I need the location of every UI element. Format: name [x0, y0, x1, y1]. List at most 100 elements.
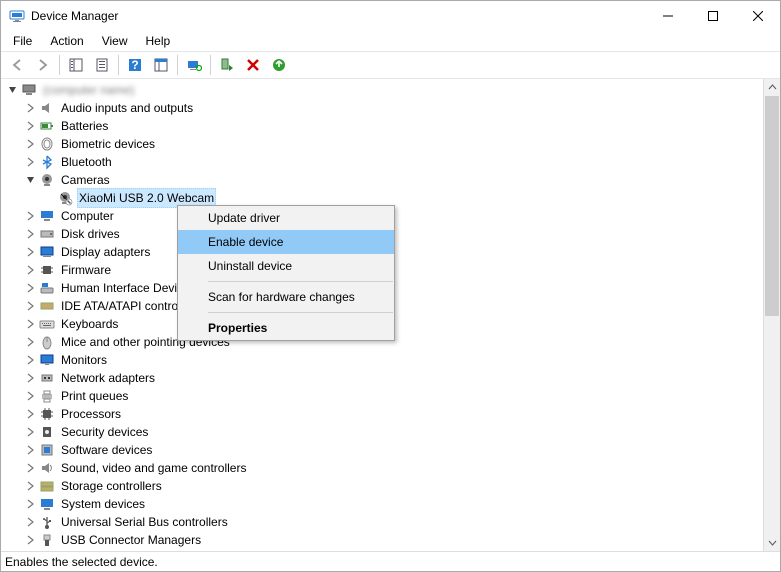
category-label[interactable]: Print queues — [59, 386, 130, 406]
computer-icon — [39, 208, 55, 224]
statusbar-text: Enables the selected device. — [5, 555, 158, 569]
expand-icon[interactable] — [23, 118, 39, 134]
keyboard-icon — [39, 316, 55, 332]
menu-update-driver[interactable]: Update driver — [178, 206, 394, 230]
update-driver-button[interactable] — [267, 53, 291, 77]
storage-controller-icon — [39, 478, 55, 494]
sound-icon — [39, 460, 55, 476]
show-hide-tree-button[interactable] — [64, 53, 88, 77]
category-label[interactable]: Sound, video and game controllers — [59, 458, 248, 478]
minimize-button[interactable] — [645, 1, 690, 31]
expand-icon[interactable] — [23, 496, 39, 512]
menu-enable-device[interactable]: Enable device — [178, 230, 394, 254]
category-label[interactable]: Security devices — [59, 422, 150, 442]
app-icon — [9, 8, 25, 24]
expand-icon[interactable] — [23, 298, 39, 314]
category-label[interactable]: Computer — [59, 206, 116, 226]
category-label[interactable]: Network adapters — [59, 368, 157, 388]
expand-icon[interactable] — [23, 226, 39, 242]
category-label[interactable]: Batteries — [59, 116, 110, 136]
processor-icon — [39, 406, 55, 422]
scan-hardware-button[interactable] — [182, 53, 206, 77]
collapse-icon[interactable] — [5, 82, 21, 98]
disk-icon — [39, 226, 55, 242]
category-label[interactable]: Disk drives — [59, 224, 122, 244]
expand-icon[interactable] — [23, 316, 39, 332]
expand-icon[interactable] — [23, 334, 39, 350]
expand-icon[interactable] — [23, 154, 39, 170]
category-label[interactable]: Bluetooth — [59, 152, 114, 172]
toolbar-separator — [59, 55, 60, 75]
category-label[interactable]: Keyboards — [59, 314, 120, 334]
menu-file[interactable]: File — [5, 32, 40, 50]
expand-icon[interactable] — [23, 478, 39, 494]
help-button[interactable]: ? — [123, 53, 147, 77]
expand-icon[interactable] — [23, 244, 39, 260]
collapse-icon[interactable] — [23, 172, 39, 188]
device-manager-window: { "titlebar": { "title": "Device Manager… — [0, 0, 781, 572]
expand-icon[interactable] — [23, 514, 39, 530]
expand-icon[interactable] — [23, 208, 39, 224]
mouse-icon — [39, 334, 55, 350]
titlebar: Device Manager — [1, 1, 780, 31]
system-device-icon — [39, 496, 55, 512]
category-label[interactable]: Monitors — [59, 350, 109, 370]
expand-icon[interactable] — [23, 262, 39, 278]
enable-device-button[interactable] — [215, 53, 239, 77]
toolbar: ? — [1, 51, 780, 79]
scroll-up-button[interactable] — [764, 79, 780, 96]
maximize-button[interactable] — [690, 1, 735, 31]
category-label[interactable]: Firmware — [59, 260, 113, 280]
category-label[interactable]: USB Connector Managers — [59, 530, 203, 550]
uninstall-device-button[interactable] — [241, 53, 265, 77]
menu-uninstall-device[interactable]: Uninstall device — [178, 254, 394, 278]
menu-view[interactable]: View — [94, 32, 136, 50]
expand-icon[interactable] — [23, 352, 39, 368]
expand-icon[interactable] — [23, 100, 39, 116]
scrollbar-thumb[interactable] — [765, 96, 779, 316]
window-title: Device Manager — [31, 9, 118, 23]
usb-icon — [39, 514, 55, 530]
printer-icon — [39, 388, 55, 404]
expand-icon[interactable] — [23, 388, 39, 404]
chip-icon — [39, 262, 55, 278]
expand-icon[interactable] — [23, 532, 39, 548]
action-button[interactable] — [149, 53, 173, 77]
expand-icon[interactable] — [23, 442, 39, 458]
fingerprint-icon — [39, 136, 55, 152]
category-label[interactable]: Processors — [59, 404, 123, 424]
menu-item-label: Scan for hardware changes — [208, 290, 355, 304]
back-button[interactable] — [5, 53, 29, 77]
category-label[interactable]: Biometric devices — [59, 134, 157, 154]
category-label[interactable]: Cameras — [59, 170, 112, 190]
menu-action[interactable]: Action — [42, 32, 91, 50]
expand-icon[interactable] — [23, 460, 39, 476]
usb-connector-icon — [39, 532, 55, 548]
menu-scan-hardware[interactable]: Scan for hardware changes — [178, 285, 394, 309]
statusbar: Enables the selected device. — [1, 551, 780, 571]
close-button[interactable] — [735, 1, 780, 31]
category-label[interactable]: Software devices — [59, 440, 154, 460]
menu-separator — [208, 281, 393, 282]
menubar: File Action View Help — [1, 31, 780, 51]
category-label[interactable]: System devices — [59, 494, 147, 514]
expand-icon[interactable] — [23, 406, 39, 422]
category-label[interactable]: Audio inputs and outputs — [59, 98, 195, 118]
vertical-scrollbar[interactable] — [763, 79, 780, 551]
category-label[interactable]: Display adapters — [59, 242, 152, 262]
expand-icon[interactable] — [23, 424, 39, 440]
expand-icon[interactable] — [23, 136, 39, 152]
expand-icon[interactable] — [23, 370, 39, 386]
menu-properties[interactable]: Properties — [178, 316, 394, 340]
expand-icon[interactable] — [23, 280, 39, 296]
properties-button[interactable] — [90, 53, 114, 77]
software-device-icon — [39, 442, 55, 458]
forward-button[interactable] — [31, 53, 55, 77]
menu-help[interactable]: Help — [138, 32, 179, 50]
computer-icon — [21, 82, 37, 98]
scroll-down-button[interactable] — [764, 534, 780, 551]
menu-separator — [208, 312, 393, 313]
category-label[interactable]: Universal Serial Bus controllers — [59, 512, 230, 532]
root-computer-name[interactable]: (computer name) — [41, 80, 136, 100]
category-label[interactable]: Storage controllers — [59, 476, 164, 496]
